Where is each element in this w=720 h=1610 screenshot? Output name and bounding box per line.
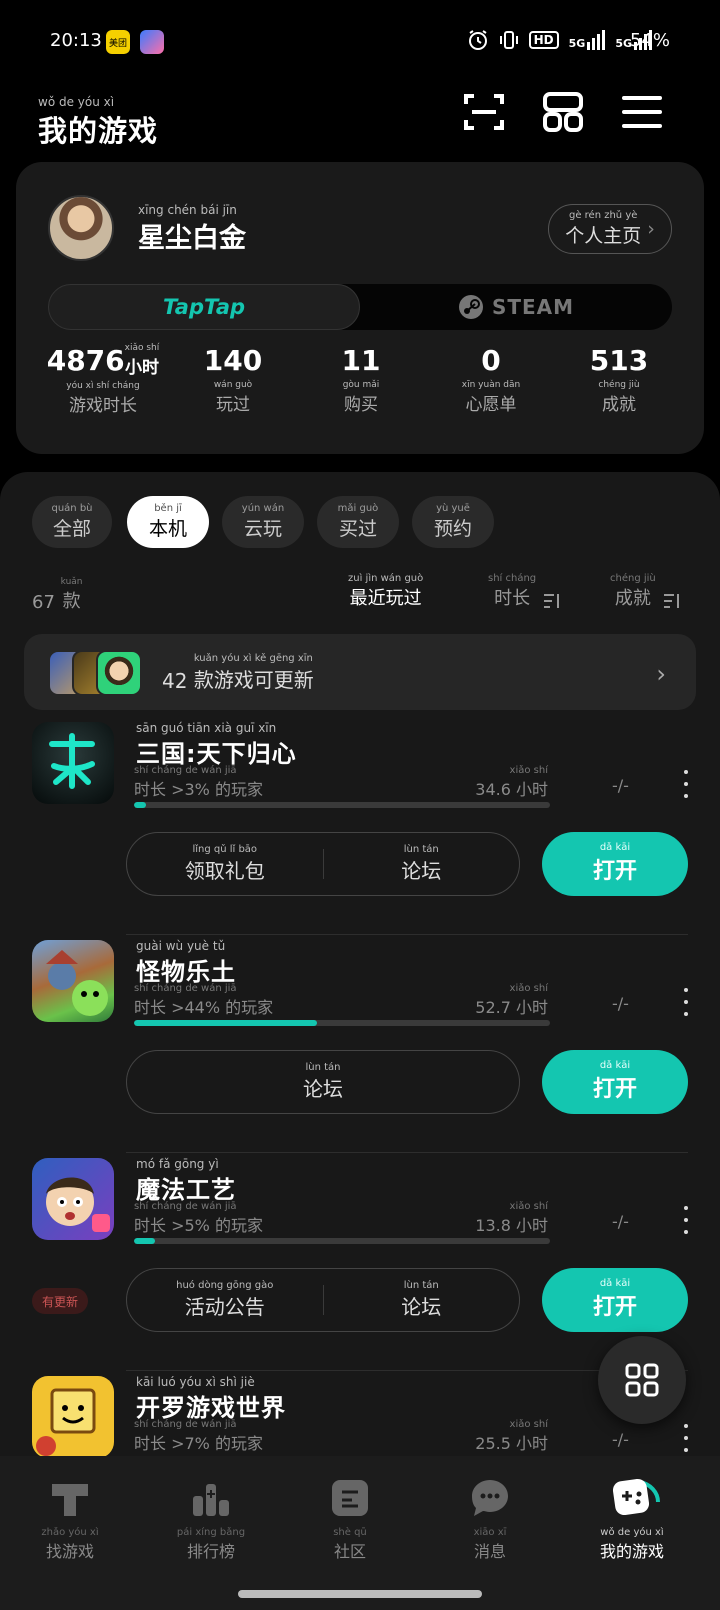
action-group: lùn tán 论坛 — [126, 1050, 520, 1114]
playtime-progress — [134, 1020, 550, 1026]
forum-button[interactable]: lùn tán 论坛 — [324, 1280, 520, 1320]
status-icons: HD 5G 5G — [467, 29, 652, 51]
filter-cloud[interactable]: yún wán 云玩 — [222, 496, 304, 548]
game-title[interactable]: guài wù yuè tǔ 怪物乐土 — [136, 940, 236, 987]
grid-icon — [625, 1363, 659, 1397]
claim-gift-button[interactable]: lǐng qǔ lǐ bāo 领取礼包 — [127, 844, 323, 884]
forum-button[interactable]: lùn tán 论坛 — [127, 1062, 519, 1102]
gamepad-icon — [612, 1478, 660, 1516]
playtime-rank: shí cháng de wán jiā 时长 >3% 的玩家 — [134, 765, 263, 800]
achievement-count: -/- — [612, 1212, 629, 1231]
sort-icon — [663, 594, 679, 608]
filter-local[interactable]: běn jī 本机 — [127, 496, 209, 548]
game-app-icon — [140, 30, 164, 54]
playtime-hours: xiǎo shí 34.6 小时 — [475, 765, 548, 800]
personal-homepage-button[interactable]: gè rén zhǔ yè 个人主页 › — [548, 204, 672, 254]
more-options-icon[interactable] — [678, 1424, 694, 1452]
page-title: wǒ de yóu xì 我的游戏 — [38, 95, 159, 148]
playtime-progress — [134, 802, 550, 808]
alarm-icon — [468, 30, 487, 50]
tab-taptap[interactable]: TapTap — [48, 284, 360, 330]
game-title[interactable]: sān guó tiān xià guī xīn 三国:天下归心 — [136, 722, 297, 769]
playtime-hours: xiǎo shí 13.8 小时 — [475, 1201, 548, 1236]
stat-played[interactable]: 140 wán guò 玩过 — [168, 344, 298, 415]
chevron-right-icon: › — [656, 660, 666, 688]
stat-playtime[interactable]: 4876 xiǎo shí 小时 yóu xì shí cháng 游戏时长 — [38, 344, 168, 417]
achievement-count: -/- — [612, 776, 629, 795]
more-options-icon[interactable] — [678, 1206, 694, 1234]
more-options-icon[interactable] — [678, 988, 694, 1016]
menu-icon[interactable] — [620, 90, 664, 134]
hd-voice-icon: HD — [528, 31, 559, 49]
stats-row: 4876 xiǎo shí 小时 yóu xì shí cháng 游戏时长 140 … — [16, 344, 704, 424]
status-time: 20:13 — [50, 30, 102, 51]
home-indicator[interactable] — [238, 1590, 482, 1598]
mini-game-icon — [96, 650, 142, 696]
steam-icon — [458, 295, 483, 319]
more-options-icon[interactable] — [678, 770, 694, 798]
update-available-tag: 有更新 — [32, 1288, 89, 1314]
ranking-icon — [193, 1484, 229, 1516]
sort-playtime[interactable]: shí cháng 时长 — [488, 574, 562, 610]
signal-icon-1: 5G — [569, 30, 606, 50]
vibrate-icon — [499, 31, 518, 49]
update-game-icons — [48, 650, 148, 696]
stat-wishlist[interactable]: 0 xīn yuàn dān 心愿单 — [426, 344, 556, 415]
profile-card: xīng chén bái jīn 星尘白金 gè rén zhǔ yè 个人主… — [16, 162, 704, 454]
chevron-right-icon: › — [647, 218, 655, 240]
taptap-logo-icon — [52, 1484, 88, 1516]
achievement-count: -/- — [612, 1430, 629, 1449]
sort-achievements[interactable]: chéng jiù 成就 — [610, 574, 682, 610]
community-icon — [332, 1480, 368, 1516]
platform-switch: TapTap STEAM — [48, 284, 672, 330]
bottom-nav: zhǎo yóu xì 找游戏 pái xíng bǎng 排行榜 shè qū 社区… — [0, 1456, 720, 1610]
username: xīng chén bái jīn 星尘白金 — [138, 203, 246, 254]
update-banner[interactable]: 42 kuǎn yóu xì kě gēng xīn 款游戏可更新 › — [24, 634, 696, 710]
update-text: 42 kuǎn yóu xì kě gēng xīn 款游戏可更新 — [162, 653, 314, 694]
forum-button[interactable]: lùn tán 论坛 — [324, 844, 520, 884]
filter-all[interactable]: quán bù 全部 — [32, 496, 112, 548]
nav-my-games[interactable]: wǒ de yóu xì 我的游戏 — [572, 1476, 692, 1562]
nav-messages[interactable]: xiāo xī 消息 — [430, 1476, 550, 1562]
status-bar: 20:13 美团 HD 5G 5G 54% — [0, 0, 720, 84]
game-icon-magic-craft[interactable] — [32, 1158, 114, 1240]
playtime-hours: xiǎo shí 25.5 小时 — [475, 1419, 548, 1454]
playtime-rank: shí cháng de wán jiā 时长 >5% 的玩家 — [134, 1201, 263, 1236]
avatar[interactable] — [48, 195, 114, 261]
nav-community[interactable]: shè qū 社区 — [290, 1476, 410, 1562]
layout-icon[interactable] — [541, 90, 585, 134]
game-icon-monster-park[interactable] — [32, 940, 114, 1022]
game-icon-sanguo[interactable] — [32, 722, 114, 804]
open-game-button[interactable]: dǎ kāi 打开 — [542, 1268, 688, 1332]
nav-rankings[interactable]: pái xíng bǎng 排行榜 — [151, 1476, 271, 1562]
playtime-progress — [134, 1238, 550, 1244]
battery-level: 54% — [629, 30, 670, 51]
meituan-app-icon: 美团 — [106, 30, 130, 54]
open-game-button[interactable]: dǎ kāi 打开 — [542, 1050, 688, 1114]
action-group: huó dòng gōng gào 活动公告 lùn tán 论坛 — [126, 1268, 520, 1332]
nav-find-games[interactable]: zhǎo yóu xì 找游戏 — [10, 1476, 130, 1562]
achievement-count: -/- — [612, 994, 629, 1013]
message-icon — [472, 1480, 508, 1516]
game-title[interactable]: mó fǎ gōng yì 魔法工艺 — [136, 1158, 236, 1205]
scan-icon[interactable] — [462, 90, 506, 134]
game-title[interactable]: kāi luó yóu xì shì jiè 开罗游戏世界 — [136, 1376, 286, 1423]
open-game-button[interactable]: dǎ kāi 打开 — [542, 832, 688, 896]
playtime-rank: shí cháng de wán jiā 时长 >7% 的玩家 — [134, 1419, 263, 1454]
game-count: 67 kuǎn 款 — [32, 577, 83, 614]
tab-steam[interactable]: STEAM — [360, 284, 672, 330]
playtime-hours: xiǎo shí 52.7 小时 — [475, 983, 548, 1018]
action-group: lǐng qǔ lǐ bāo 领取礼包 lùn tán 论坛 — [126, 832, 520, 896]
quick-grid-button[interactable] — [598, 1336, 686, 1424]
playtime-rank: shí cháng de wán jiā 时长 >44% 的玩家 — [134, 983, 274, 1018]
sort-icon — [544, 594, 560, 608]
stat-purchased[interactable]: 11 gòu mǎi 购买 — [296, 344, 426, 415]
filter-purchased[interactable]: mǎi guò 买过 — [317, 496, 399, 548]
announcement-button[interactable]: huó dòng gōng gào 活动公告 — [127, 1280, 323, 1320]
stat-achievements[interactable]: 513 chéng jiù 成就 — [554, 344, 684, 415]
sort-recent[interactable]: zuì jìn wán guò 最近玩过 — [348, 574, 423, 610]
filter-reserved[interactable]: yù yuē 预约 — [412, 496, 494, 548]
game-icon-kairo-world[interactable] — [32, 1376, 114, 1456]
